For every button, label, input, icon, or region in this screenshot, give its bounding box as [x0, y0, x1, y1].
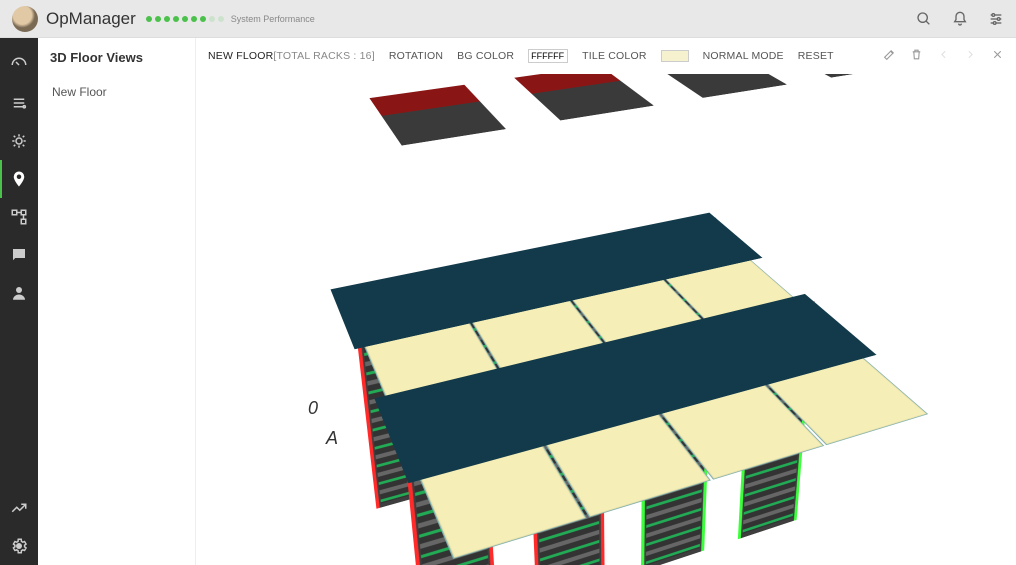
sidebar-item-list[interactable] [0, 84, 38, 122]
axis-col-a: A [326, 428, 338, 449]
sidebar-item-alerts[interactable] [0, 122, 38, 160]
bgcolor-label: BG COLOR [457, 50, 514, 62]
tilecolor-swatch[interactable] [661, 50, 689, 62]
floor-name: NEW FLOOR [208, 50, 273, 62]
close-icon[interactable] [991, 48, 1004, 64]
bell-icon[interactable] [952, 11, 968, 27]
axis-row-0: 0 [308, 398, 318, 419]
sidebar-item-settings[interactable] [0, 527, 38, 565]
sub-panel: 3D Floor Views New Floor [38, 38, 196, 565]
total-racks: [TOTAL RACKS : 16] [273, 50, 374, 62]
sidebar-item-dashboard[interactable] [0, 46, 38, 84]
floor-toolbar: NEW FLOOR[TOTAL RACKS : 16] ROTATION BG … [196, 38, 1016, 74]
rotation-button[interactable]: ROTATION [389, 50, 443, 62]
search-icon[interactable] [916, 11, 932, 27]
subpanel-item-new-floor[interactable]: New Floor [50, 79, 183, 105]
system-performance-indicator[interactable]: System Performance [146, 14, 315, 24]
sub-panel-title: 3D Floor Views [50, 50, 183, 65]
sidebar [0, 38, 38, 565]
tilecolor-label: TILE COLOR [582, 50, 646, 62]
3d-viewport[interactable]: 0 A R15 R2 [196, 74, 1016, 565]
sidebar-item-user[interactable] [0, 274, 38, 312]
system-performance-label: System Performance [231, 14, 315, 24]
bgcolor-input[interactable] [528, 49, 568, 63]
header-bar: OpManager System Performance [0, 0, 1016, 38]
reset-button[interactable]: RESET [798, 50, 834, 62]
sidebar-item-workflow[interactable] [0, 198, 38, 236]
sidebar-item-chat[interactable] [0, 236, 38, 274]
avatar[interactable] [12, 6, 38, 32]
settings-sliders-icon[interactable] [988, 11, 1004, 27]
delete-icon[interactable] [910, 48, 923, 64]
mode-button[interactable]: NORMAL MODE [703, 50, 784, 62]
chevron-left-icon[interactable] [937, 48, 950, 64]
sidebar-item-maps[interactable] [0, 160, 38, 198]
brand-logo: OpManager [46, 9, 136, 29]
chevron-right-icon[interactable] [964, 48, 977, 64]
edit-icon[interactable] [883, 48, 896, 64]
sidebar-item-analytics[interactable] [0, 489, 38, 527]
